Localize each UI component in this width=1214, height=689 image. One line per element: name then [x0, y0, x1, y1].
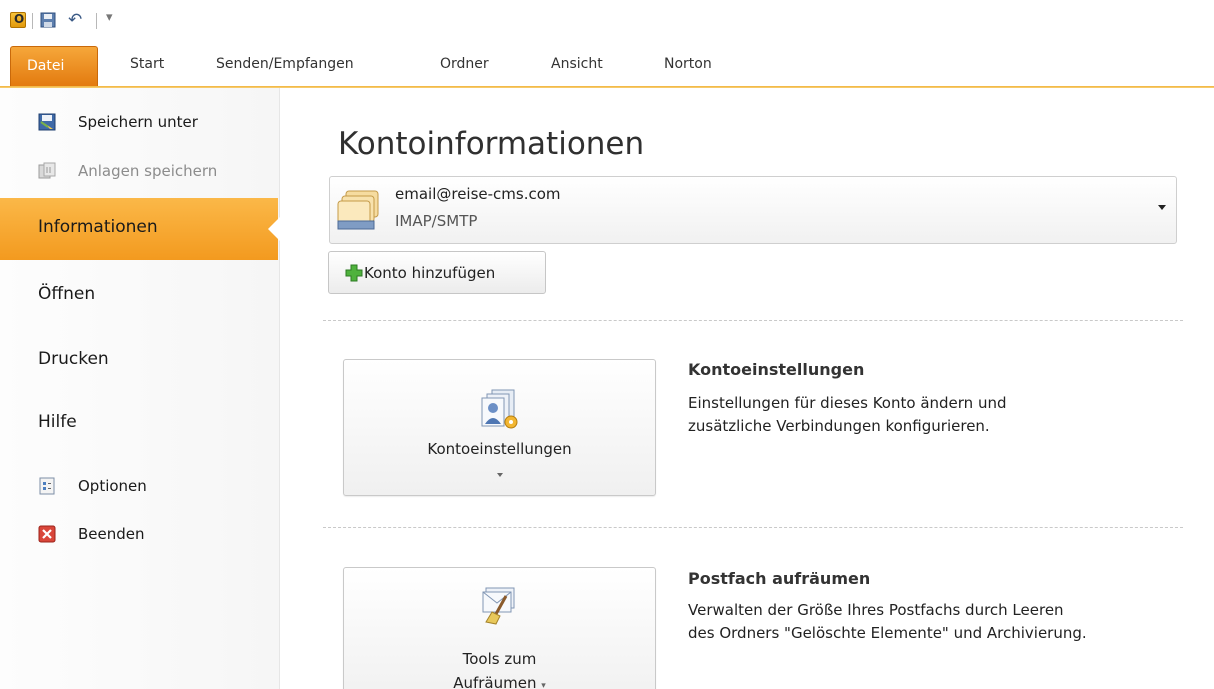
toolbar-separator: [32, 13, 33, 29]
account-info-panel: Kontoinformationen email@reise-cms.com I…: [281, 88, 1214, 689]
section-divider: [323, 527, 1183, 528]
account-folder-icon: [337, 190, 379, 230]
description-line: zusätzliche Verbindungen konfigurieren.: [688, 417, 990, 435]
outlook-icon[interactable]: [10, 12, 26, 28]
save-as-icon: [38, 113, 56, 131]
save-as-command[interactable]: Speichern unter: [0, 105, 278, 139]
chevron-down-icon: ▾: [541, 681, 546, 689]
exit-icon: [38, 525, 56, 543]
account-settings-button-label: Kontoeinstellungen: [427, 440, 572, 458]
account-settings-title: Kontoeinstellungen: [688, 360, 865, 379]
nav-tab-label: Hilfe: [38, 412, 77, 432]
toolbar-separator: [96, 13, 97, 29]
exit-command[interactable]: Beenden: [0, 517, 278, 551]
description-line: des Ordners "Gelöschte Elemente" und Arc…: [688, 624, 1087, 642]
undo-icon[interactable]: ↶: [68, 10, 82, 30]
save-attachments-command[interactable]: Anlagen speichern: [0, 154, 278, 188]
tab-ansicht[interactable]: Ansicht: [551, 56, 603, 72]
chevron-down-icon: [1158, 205, 1166, 210]
cleanup-title: Postfach aufräumen: [688, 569, 871, 588]
account-email: email@reise-cms.com: [395, 185, 561, 203]
add-icon: [345, 264, 363, 282]
account-settings-icon: [481, 389, 517, 429]
backstage-nav: Speichern unter Anlagen speichern Inform…: [0, 88, 280, 689]
attachments-icon: [38, 162, 56, 179]
quick-access-toolbar: ↶ ▾: [0, 0, 1214, 46]
nav-tab-informationen[interactable]: Informationen: [0, 198, 280, 260]
description-line: Verwalten der Größe Ihres Postfachs durc…: [688, 601, 1064, 619]
description-line: Einstellungen für dieses Konto ändern un…: [688, 394, 1007, 412]
tab-ordner[interactable]: Ordner: [440, 56, 489, 72]
nav-tab-label: Drucken: [38, 349, 109, 369]
tab-start[interactable]: Start: [130, 56, 164, 72]
chevron-down-icon: [496, 473, 503, 477]
tab-senden-empfangen[interactable]: Senden/Empfangen: [216, 56, 354, 72]
cleanup-tools-label-line2: Aufräumen ▾: [344, 674, 655, 689]
tab-datei[interactable]: Datei: [10, 46, 98, 88]
cleanup-tools-icon: [482, 587, 514, 625]
options-label: Optionen: [78, 477, 147, 495]
nav-tab-label: Öffnen: [38, 284, 96, 304]
page-title: Kontoinformationen: [338, 126, 645, 162]
customize-qat-icon[interactable]: ▾: [106, 10, 113, 25]
ribbon-tabs: Datei Start Senden/Empfangen Ordner Ansi…: [0, 46, 1214, 88]
nav-tab-hilfe[interactable]: Hilfe: [0, 393, 278, 455]
account-type: IMAP/SMTP: [395, 212, 478, 230]
add-account-button[interactable]: Konto hinzufügen: [328, 251, 546, 294]
tab-norton[interactable]: Norton: [664, 56, 712, 72]
options-icon: [39, 477, 55, 495]
cleanup-tools-label-text: Aufräumen: [453, 674, 537, 689]
account-selector[interactable]: email@reise-cms.com IMAP/SMTP: [329, 176, 1177, 244]
nav-tab-drucken[interactable]: Drucken: [0, 330, 278, 392]
cleanup-tools-label-line1: Tools zum: [462, 650, 537, 668]
account-settings-button[interactable]: Kontoeinstellungen: [343, 359, 656, 496]
options-command[interactable]: Optionen: [0, 469, 278, 503]
add-account-label: Konto hinzufügen: [364, 264, 496, 282]
exit-label: Beenden: [78, 525, 145, 543]
save-attachments-label: Anlagen speichern: [78, 162, 218, 180]
nav-tab-label: Informationen: [38, 217, 158, 237]
section-divider: [323, 320, 1183, 321]
account-settings-description: Einstellungen für dieses Konto ändern un…: [688, 392, 1188, 438]
save-icon[interactable]: [40, 12, 56, 28]
cleanup-description: Verwalten der Größe Ihres Postfachs durc…: [688, 599, 1188, 645]
save-as-label: Speichern unter: [78, 113, 198, 131]
cleanup-tools-button[interactable]: Tools zum Aufräumen ▾: [343, 567, 656, 689]
nav-tab-oeffnen[interactable]: Öffnen: [0, 265, 278, 327]
